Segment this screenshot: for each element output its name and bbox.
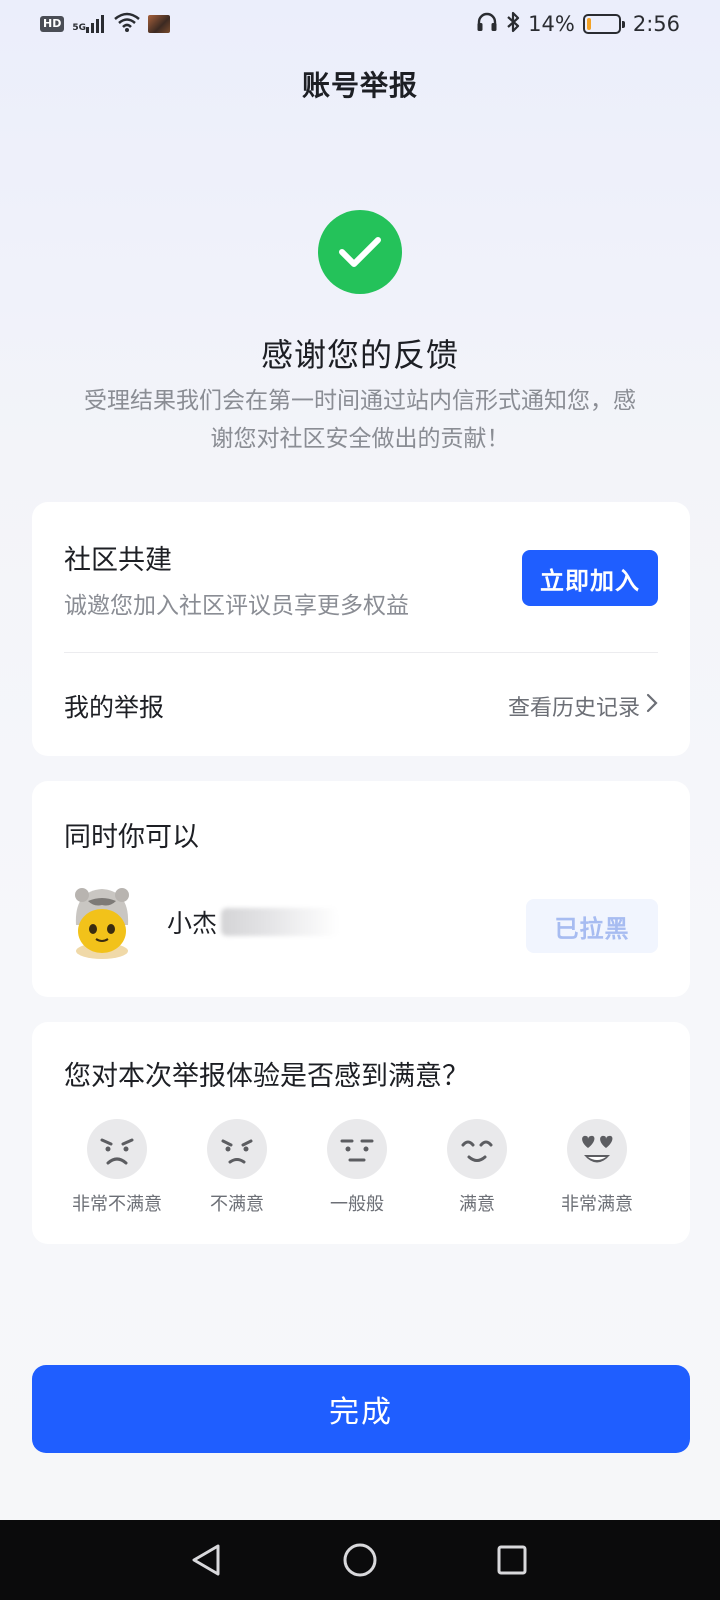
my-report-label: 我的举报: [64, 693, 165, 722]
signal-icon: 5G: [72, 15, 106, 33]
check-icon: [318, 210, 402, 294]
community-subtitle: 诚邀您加入社区评议员享更多权益: [64, 593, 409, 619]
status-right: 14% 2:56: [476, 11, 680, 38]
wifi-icon: [114, 12, 140, 37]
recents-icon[interactable]: [490, 1538, 534, 1582]
hd-badge: HD: [40, 16, 65, 32]
success-title: 感谢您的反馈: [260, 336, 459, 374]
back-icon[interactable]: [184, 1538, 228, 1582]
also-card: 同时你可以 小杰 已拉黑: [32, 781, 690, 997]
rating-satisfied[interactable]: 满意: [422, 1118, 532, 1216]
home-icon[interactable]: [338, 1538, 382, 1582]
very-satisfied-face-icon: [567, 1119, 627, 1179]
status-bar: HD 5G 14% 2:56: [0, 0, 720, 48]
navigation-bar: [0, 1520, 720, 1600]
bluetooth-icon: [506, 11, 520, 38]
clock: 2:56: [632, 12, 680, 36]
battery-icon: [582, 14, 625, 34]
rating-very-satisfied[interactable]: 非常满意: [542, 1118, 652, 1216]
blocked-button[interactable]: 已拉黑: [526, 899, 658, 953]
success-description: 受理结果我们会在第一时间通过站内信形式通知您，感谢您对社区安全做出的贡献！: [84, 388, 636, 452]
rating-label: 不满意: [210, 1194, 264, 1215]
name-redaction: [221, 908, 340, 936]
community-title: 社区共建: [64, 545, 172, 576]
blocked-user-name: 小杰: [167, 904, 340, 940]
neutral-face-icon: [327, 1119, 387, 1179]
rating-row: 非常不满意 不满意 一般般 满意 非常满意: [32, 1118, 690, 1218]
rating-label: 非常满意: [561, 1194, 633, 1215]
rating-unsatisfied[interactable]: 不满意: [182, 1118, 292, 1216]
survey-question: 您对本次举报体验是否感到满意？: [64, 1061, 469, 1092]
rating-neutral[interactable]: 一般般: [302, 1118, 412, 1216]
done-button[interactable]: 完成: [32, 1365, 690, 1453]
rating-label: 满意: [459, 1194, 495, 1215]
rating-very-unsatisfied[interactable]: 非常不满意: [62, 1118, 172, 1216]
avatar: [62, 881, 142, 961]
view-history-label: 查看历史记录: [507, 696, 640, 721]
view-history-link[interactable]: 查看历史记录: [508, 690, 658, 722]
rating-label: 一般般: [330, 1194, 384, 1215]
chevron-right-icon: [646, 693, 658, 719]
rating-label: 非常不满意: [72, 1194, 162, 1215]
satisfied-face-icon: [447, 1119, 507, 1179]
page-title: 账号举报: [301, 69, 418, 102]
battery-level: [586, 18, 591, 30]
very-unsatisfied-face-icon: [87, 1119, 147, 1179]
battery-percent: 14%: [528, 12, 575, 36]
community-card: 社区共建 诚邀您加入社区评议员享更多权益 立即加入 我的举报 查看历史记录: [32, 502, 690, 756]
user-name-text: 小杰: [167, 909, 218, 938]
join-now-button[interactable]: 立即加入: [522, 550, 658, 606]
survey-card: 您对本次举报体验是否感到满意？ 非常不满意 不满意 一般般 满意 非常满意: [32, 1022, 690, 1244]
divider: [64, 652, 658, 653]
also-title: 同时你可以: [64, 822, 199, 853]
notification-thumbnail-icon: [148, 15, 170, 33]
status-left: HD 5G: [40, 12, 170, 37]
unsatisfied-face-icon: [207, 1119, 267, 1179]
network-type: 5G: [72, 23, 86, 33]
headphones-icon: [476, 12, 498, 37]
